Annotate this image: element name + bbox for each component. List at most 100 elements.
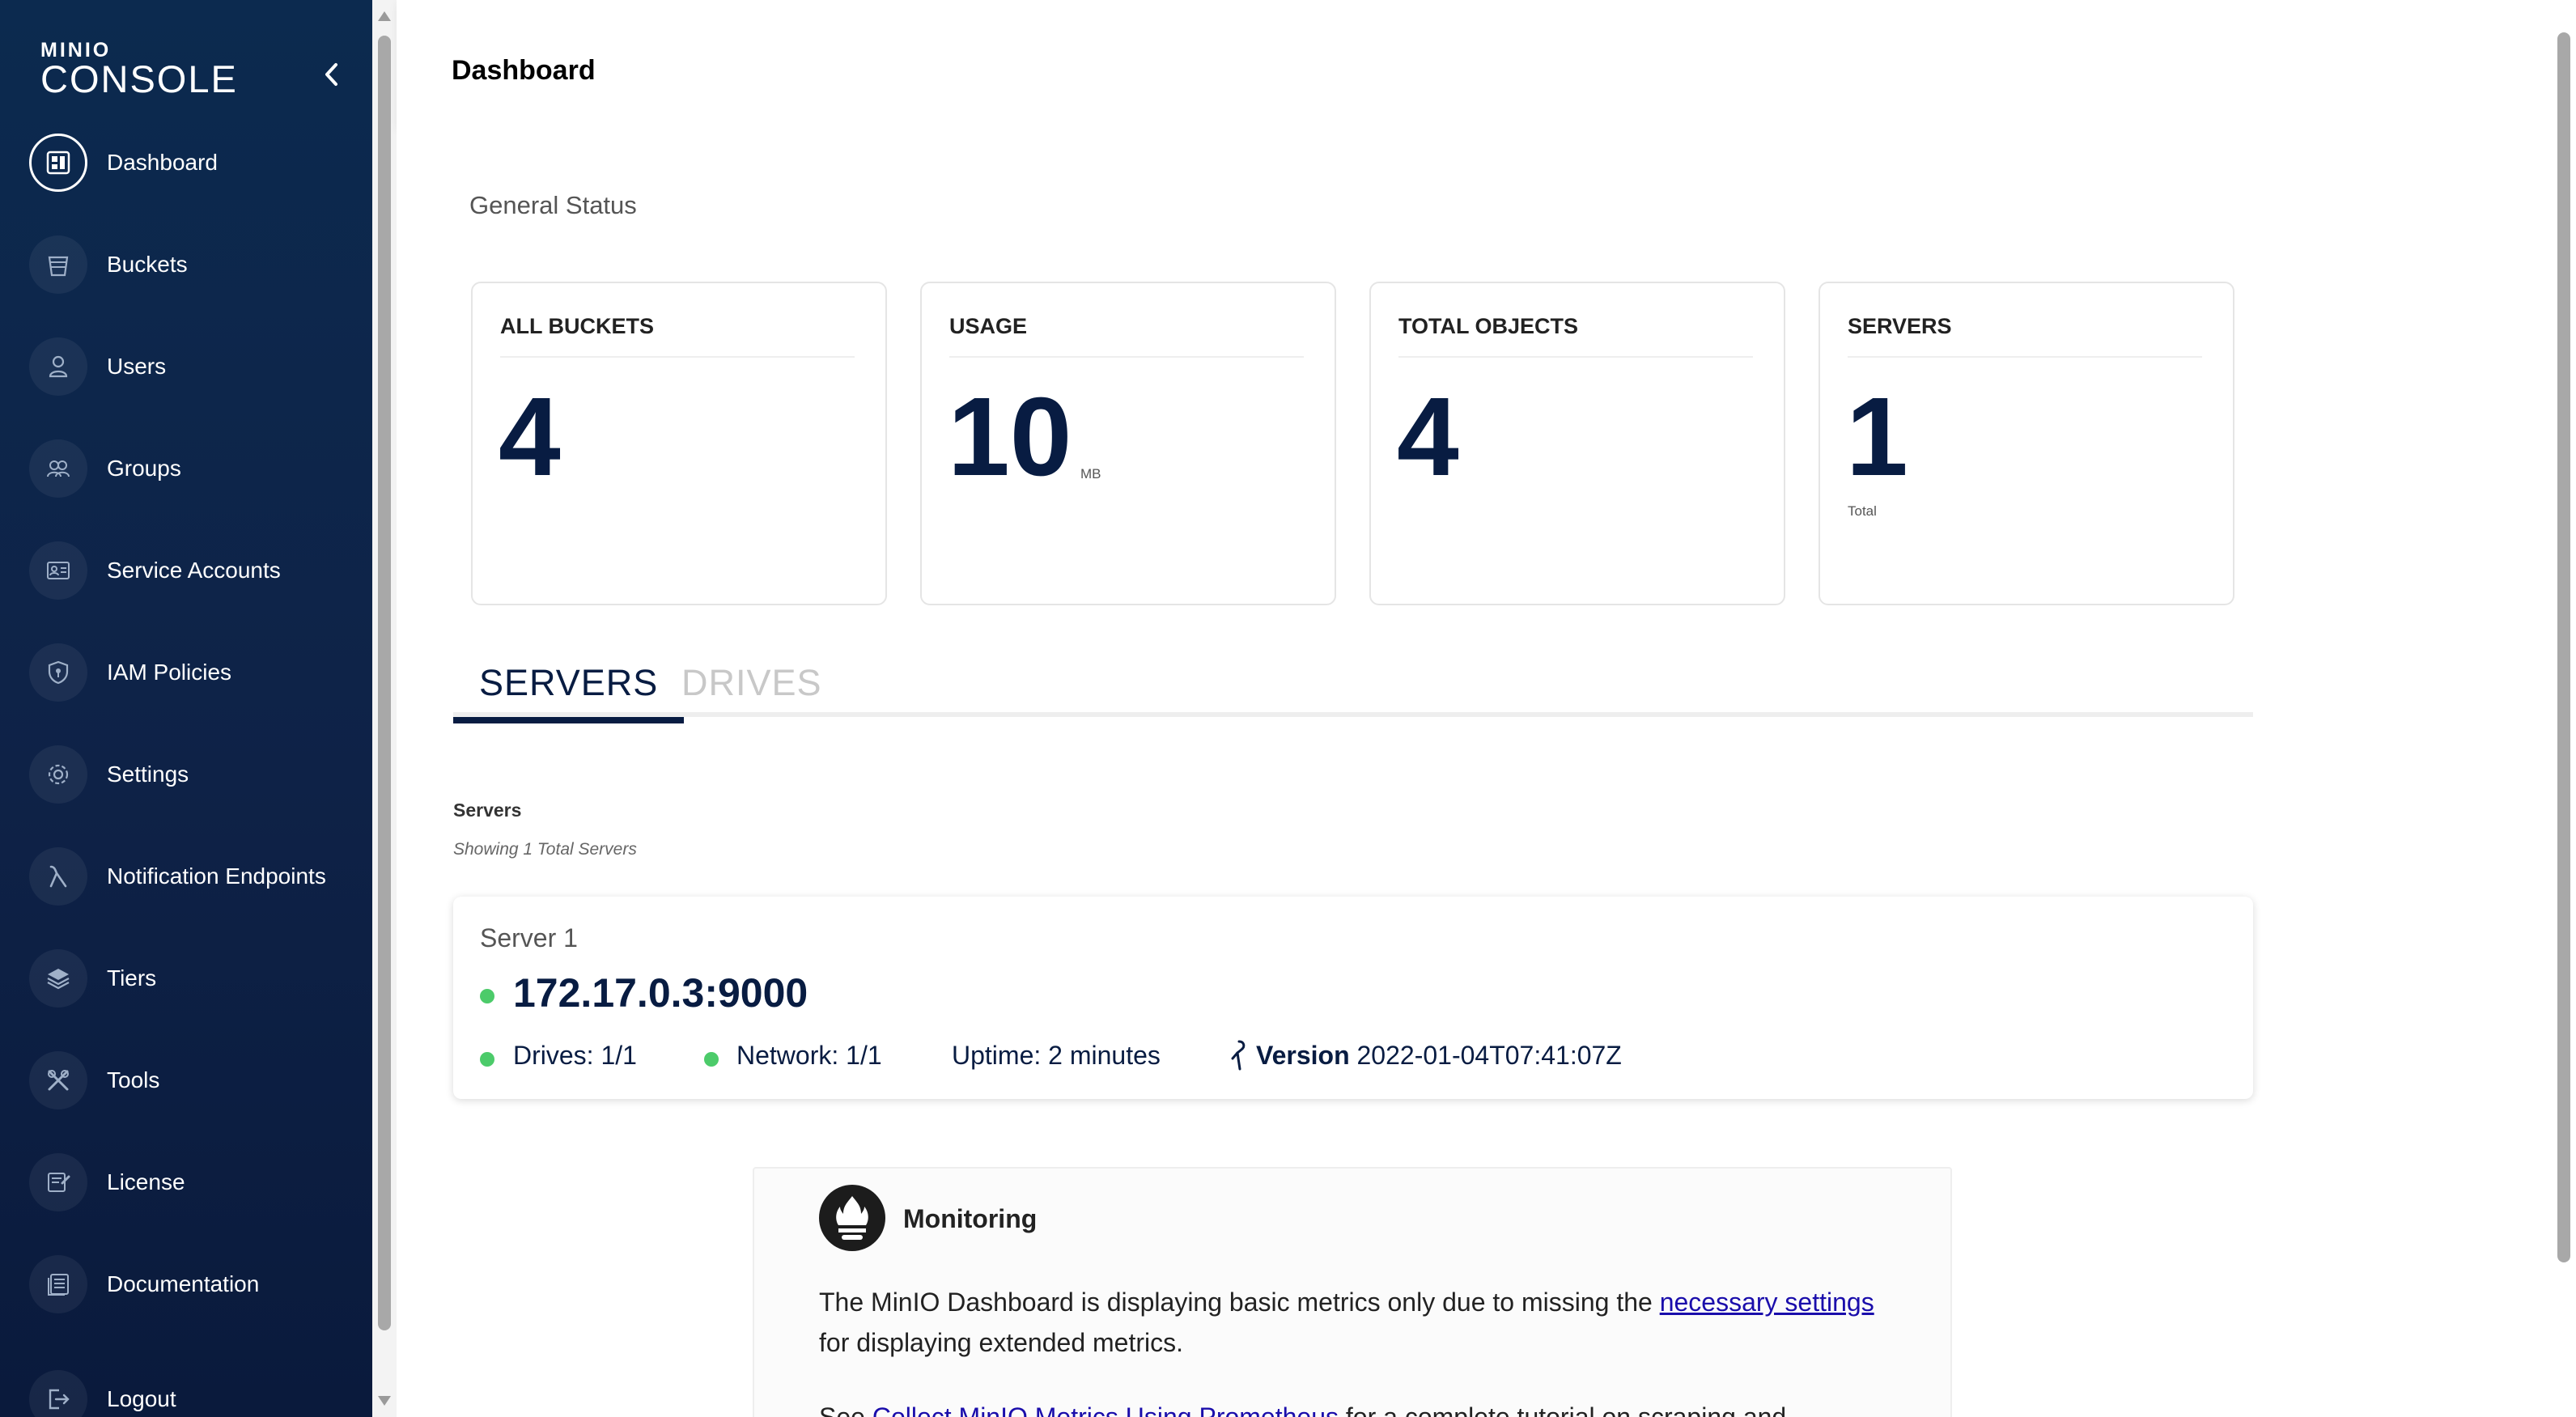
shield-icon [29, 643, 87, 702]
server-network: Network: 1/1 [736, 1041, 882, 1070]
chevron-left-icon [325, 63, 337, 86]
dashboard-icon [29, 134, 87, 192]
server-endpoint: 172.17.0.3:9000 [513, 970, 808, 1016]
lambda-icon [29, 847, 87, 906]
sidebar: MINIO CONSOLE Dashboard Buckets Users Gr… [0, 0, 372, 1417]
sidebar-item-users[interactable]: Users [29, 337, 166, 396]
tools-icon [29, 1051, 87, 1109]
card-value: 4 [1397, 375, 1459, 499]
sidebar-item-label: Service Accounts [107, 558, 281, 583]
card-value: 4 [499, 375, 561, 499]
sidebar-item-notification-endpoints[interactable]: Notification Endpoints [29, 847, 326, 906]
sidebar-item-groups[interactable]: Groups [29, 439, 181, 498]
card-title: TOTAL OBJECTS [1398, 314, 1579, 338]
sidebar-item-label: Buckets [107, 252, 188, 277]
sidebar-item-logout[interactable]: Logout [29, 1370, 176, 1417]
servers-card: SERVERS 1 Total [1818, 282, 2234, 605]
total-objects-card: TOTAL OBJECTS 4 [1369, 282, 1785, 605]
sidebar-item-label: Tools [107, 1067, 160, 1092]
prometheus-icon [819, 1185, 885, 1251]
groups-icon [29, 439, 87, 498]
server-card: Server 1 172.17.0.3:9000 Drives: 1/1 Net… [453, 897, 2253, 1099]
tutorial-text-start: See [819, 1402, 872, 1417]
monitoring-text-start: The MinIO Dashboard is displaying basic … [819, 1288, 1660, 1317]
card-unit: Total [1848, 503, 1877, 519]
page-title: Dashboard [452, 55, 596, 86]
monitoring-message: The MinIO Dashboard is displaying basic … [819, 1282, 1903, 1363]
gear-icon [29, 745, 87, 804]
sidebar-scrollbar[interactable] [372, 0, 397, 1417]
scroll-thumb[interactable] [378, 36, 391, 1330]
monitoring-text-end: for displaying extended metrics. [819, 1328, 1183, 1357]
server-uptime: Uptime: 2 minutes [952, 1041, 1161, 1070]
prometheus-tutorial-link[interactable]: Collect MinIO Metrics Using Prometheus [872, 1402, 1339, 1417]
servers-count: Showing 1 Total Servers [453, 840, 637, 859]
drives-status-dot [480, 1052, 494, 1067]
servers-heading: Servers [453, 800, 522, 821]
general-status-title: General Status [469, 191, 637, 219]
minio-version-icon [1231, 1040, 1246, 1071]
card-divider [500, 356, 855, 358]
server-name: Server 1 [480, 923, 578, 952]
necessary-settings-link[interactable]: necessary settings [1660, 1288, 1874, 1317]
server-status-dot [480, 989, 494, 1003]
all-buckets-card: ALL BUCKETS 4 [471, 282, 887, 605]
card-unit: MB [1080, 466, 1101, 482]
tab-drives[interactable]: DRIVES [656, 662, 848, 717]
tab-servers[interactable]: SERVERS [453, 662, 685, 723]
sidebar-item-iam-policies[interactable]: IAM Policies [29, 643, 231, 702]
page-scrollbar[interactable] [2551, 0, 2576, 1417]
logout-icon [29, 1370, 87, 1417]
monitoring-title: Monitoring [903, 1204, 1038, 1233]
sidebar-item-label: Notification Endpoints [107, 863, 326, 889]
card-value: 10 [948, 375, 1072, 499]
sidebar-item-tools[interactable]: Tools [29, 1051, 159, 1109]
sidebar-item-dashboard[interactable]: Dashboard [29, 134, 218, 192]
sidebar-item-label: Logout [107, 1386, 176, 1411]
user-icon [29, 337, 87, 396]
card-title: ALL BUCKETS [500, 314, 655, 338]
sidebar-item-label: Groups [107, 456, 181, 481]
card-title: SERVERS [1848, 314, 1952, 338]
main-content: General Status ALL BUCKETS 4 USAGE 10 MB… [397, 128, 2551, 1417]
bucket-icon [29, 235, 87, 294]
usage-card: USAGE 10 MB [920, 282, 1336, 605]
version-value: 2022-01-04T07:41:07Z [1356, 1041, 1622, 1070]
sidebar-item-documentation[interactable]: Documentation [29, 1255, 259, 1313]
sidebar-item-label: Tiers [107, 965, 157, 991]
sidebar-item-license[interactable]: License [29, 1153, 185, 1211]
sidebar-item-label: Users [107, 354, 167, 379]
sidebar-item-label: License [107, 1169, 185, 1194]
status-tabs: SERVERS DRIVES [453, 662, 2253, 723]
collapse-sidebar-button[interactable] [320, 58, 344, 91]
scroll-up-arrow[interactable] [378, 11, 391, 21]
sidebar-item-settings[interactable]: Settings [29, 745, 189, 804]
logo-bottom-text: CONSOLE [40, 57, 238, 100]
card-divider [1398, 356, 1753, 358]
card-divider [949, 356, 1304, 358]
tutorial-text-end: for a complete tutorial on scraping and [1339, 1402, 1787, 1417]
page-header: Dashboard [397, 0, 2551, 128]
card-value: 1 [1846, 375, 1908, 499]
license-icon [29, 1153, 87, 1211]
sidebar-item-label: Settings [107, 762, 189, 787]
layers-icon [29, 949, 87, 1008]
server-version: Version 2022-01-04T07:41:07Z [1256, 1041, 1622, 1071]
documentation-icon [29, 1255, 87, 1313]
sidebar-item-label: Documentation [107, 1271, 260, 1296]
sidebar-item-buckets[interactable]: Buckets [29, 235, 188, 294]
network-status-dot [704, 1052, 719, 1067]
minio-console-logo[interactable]: MINIO CONSOLE [40, 40, 238, 100]
monitoring-panel: Monitoring The MinIO Dashboard is displa… [753, 1167, 1952, 1417]
scroll-down-arrow[interactable] [378, 1396, 391, 1406]
card-divider [1848, 356, 2202, 358]
sidebar-item-tiers[interactable]: Tiers [29, 949, 156, 1008]
sidebar-item-service-accounts[interactable]: Service Accounts [29, 541, 281, 600]
service-account-icon [29, 541, 87, 600]
monitoring-tutorial: See Collect MinIO Metrics Using Promethe… [819, 1397, 1903, 1417]
sidebar-item-label: IAM Policies [107, 660, 232, 685]
card-title: USAGE [949, 314, 1028, 338]
page-scroll-thumb[interactable] [2557, 32, 2570, 1262]
version-label: Version [1256, 1041, 1350, 1070]
server-drives: Drives: 1/1 [513, 1041, 637, 1070]
